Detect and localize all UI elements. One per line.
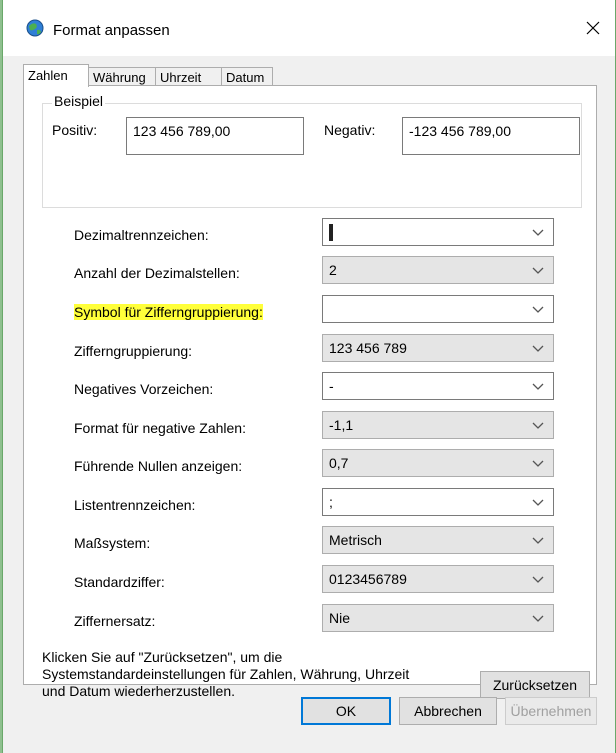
- title-bar: Format anpassen: [3, 0, 615, 56]
- ok-button[interactable]: OK: [301, 697, 391, 725]
- chevron-down-icon: [532, 537, 544, 544]
- measurement-system-combo[interactable]: Metrisch: [322, 526, 554, 554]
- text-cursor: [329, 224, 333, 241]
- tab-datum[interactable]: Datum: [221, 67, 273, 86]
- globe-settings-icon: [26, 19, 44, 37]
- measurement-system-value: Metrisch: [329, 532, 382, 548]
- leading-zeros-combo[interactable]: 0,7: [322, 449, 554, 477]
- negative-label: Negativ:: [324, 122, 376, 138]
- decimal-places-combo[interactable]: 2: [322, 256, 554, 284]
- example-group-label: Beispiel: [52, 93, 106, 109]
- list-separator-label: Listentrennzeichen:: [74, 497, 196, 513]
- measurement-system-label: Maßsystem:: [74, 535, 151, 551]
- negative-example-value: -123 456 789,00: [409, 123, 511, 139]
- negative-number-format-label: Format für negative Zahlen:: [74, 420, 246, 436]
- tab-uhrzeit[interactable]: Uhrzeit: [155, 67, 222, 86]
- tab-zahlen[interactable]: Zahlen: [23, 64, 89, 87]
- negative-example-box: -123 456 789,00: [402, 117, 580, 155]
- chevron-down-icon: [532, 267, 544, 274]
- chevron-down-icon: [532, 345, 544, 352]
- digit-substitution-label: Ziffernersatz:: [74, 613, 156, 629]
- standard-digits-label: Standardziffer:: [74, 574, 165, 590]
- digit-substitution-combo[interactable]: Nie: [322, 604, 554, 632]
- chevron-down-icon: [532, 422, 544, 429]
- leading-zeros-value: 0,7: [329, 455, 349, 471]
- reset-button[interactable]: Zurücksetzen: [480, 671, 590, 699]
- cancel-button[interactable]: Abbrechen: [399, 697, 497, 725]
- reset-info-text: Klicken Sie auf "Zurücksetzen", um die S…: [42, 649, 462, 700]
- tab-waehrung[interactable]: Währung: [88, 67, 156, 86]
- digit-grouping-combo[interactable]: 123 456 789: [322, 334, 554, 362]
- digit-grouping-symbol-label: Symbol für Zifferngruppierung:: [74, 304, 263, 320]
- chevron-down-icon: [532, 576, 544, 583]
- negative-number-format-combo[interactable]: -1,1: [322, 411, 554, 439]
- format-dialog: Format anpassen Zahlen Währung Uhrzeit D…: [2, 0, 616, 753]
- reset-info-line: Klicken Sie auf "Zurücksetzen", um die: [42, 649, 283, 665]
- decimal-separator-combo[interactable]: [322, 218, 554, 246]
- numbers-panel: Beispiel Positiv: 123 456 789,00 Negativ…: [23, 85, 597, 699]
- chevron-down-icon: [532, 499, 544, 506]
- decimal-places-value: 2: [329, 262, 337, 278]
- standard-digits-value: 0123456789: [329, 571, 407, 587]
- chevron-down-icon: [532, 460, 544, 467]
- decimal-places-label: Anzahl der Dezimalstellen:: [74, 265, 240, 281]
- list-separator-combo[interactable]: ;: [322, 488, 554, 516]
- negative-sign-label: Negatives Vorzeichen:: [74, 381, 214, 397]
- apply-button[interactable]: Übernehmen: [505, 697, 597, 725]
- leading-zeros-label: Führende Nullen anzeigen:: [74, 458, 243, 474]
- list-separator-value: ;: [329, 494, 333, 510]
- digit-grouping-value: 123 456 789: [329, 340, 407, 356]
- negative-number-format-value: -1,1: [329, 417, 354, 433]
- digit-grouping-label: Zifferngruppierung:: [74, 343, 193, 359]
- standard-digits-combo[interactable]: 0123456789: [322, 565, 554, 593]
- chevron-down-icon: [532, 229, 544, 236]
- decimal-separator-label: Dezimaltrennzeichen:: [74, 227, 209, 243]
- chevron-down-icon: [532, 383, 544, 390]
- window-title: Format anpassen: [53, 22, 170, 39]
- close-button[interactable]: [579, 14, 607, 42]
- close-icon: [586, 21, 600, 35]
- positive-example-value: 123 456 789,00: [133, 123, 231, 139]
- positive-example-box: 123 456 789,00: [126, 117, 304, 155]
- digit-grouping-symbol-combo[interactable]: [322, 295, 554, 323]
- digit-substitution-value: Nie: [329, 610, 351, 626]
- negative-sign-value: -: [329, 378, 334, 394]
- negative-sign-combo[interactable]: -: [322, 372, 554, 400]
- positive-label: Positiv:: [52, 122, 98, 138]
- reset-info-line: Systemstandardeinstellungen für Zahlen, …: [42, 666, 410, 682]
- chevron-down-icon: [532, 306, 544, 313]
- chevron-down-icon: [532, 615, 544, 622]
